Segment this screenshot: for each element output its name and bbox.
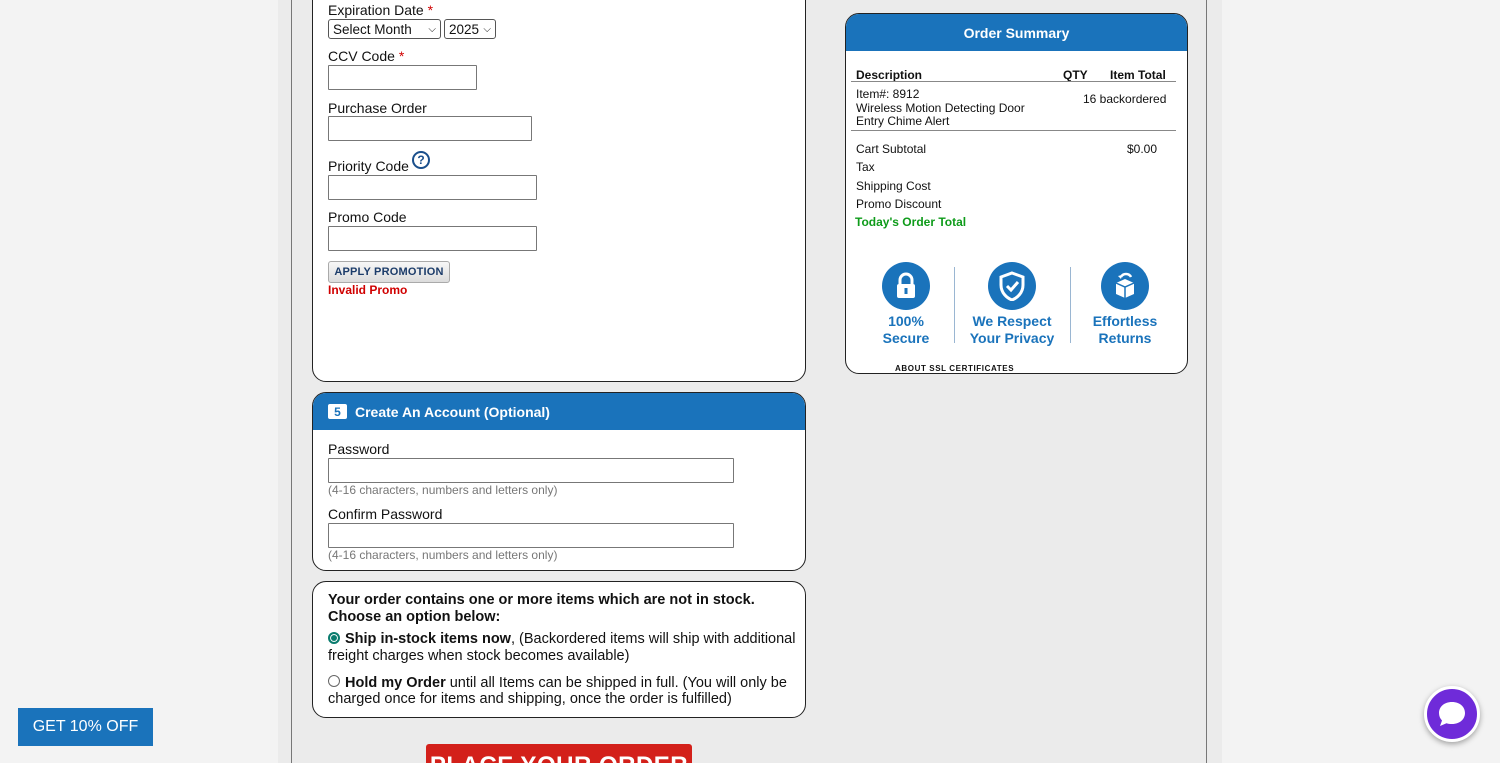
create-account-card: 5 Create An Account (Optional) Password … (312, 392, 806, 571)
password-input[interactable] (328, 458, 734, 483)
expiration-year-select[interactable]: 2025 ⌵ (444, 19, 496, 39)
description-column-header: Description (856, 68, 923, 82)
invalid-promo-message: Invalid Promo (328, 283, 408, 297)
discount-popup-button[interactable]: GET 10% OFF (18, 708, 153, 746)
item-total-column-header: Item Total (1110, 68, 1166, 82)
order-summary-card: Order Summary Description QTY Item Total… (845, 13, 1188, 374)
item-divider (851, 130, 1176, 131)
chevron-down-icon: ⌵ (483, 23, 491, 35)
confirm-password-input[interactable] (328, 523, 734, 548)
returns-badge: Effortless Returns (1082, 262, 1168, 347)
item-number: Item#: 8912 (856, 87, 920, 101)
payment-card: Expiration Date * Select Month ⌵ 2025 ⌵ CC… (312, 0, 806, 382)
chat-button[interactable] (1424, 686, 1480, 742)
order-summary-title: Order Summary (846, 14, 1187, 51)
backorder-notice: Your order contains one or more items wh… (328, 592, 755, 625)
order-total-label: Today's Order Total (855, 215, 967, 229)
place-order-button[interactable]: PLACE YOUR ORDER (426, 744, 692, 763)
cart-subtotal-value: $0.00 (1127, 142, 1158, 156)
item-name-line1: Wireless Motion Detecting Door (856, 101, 1025, 115)
ccv-input[interactable] (328, 65, 477, 90)
badge-separator (954, 267, 955, 343)
hold-order-option-detail: charged once for items and shipping, onc… (328, 691, 732, 707)
confirm-password-hint: (4-16 characters, numbers and letters on… (328, 548, 558, 562)
hold-order-radio[interactable] (328, 675, 340, 687)
ship-now-option-detail: freight charges when stock becomes avail… (328, 648, 630, 664)
purchase-order-input[interactable] (328, 116, 532, 141)
expiration-label: Expiration Date * (328, 2, 434, 18)
purchase-order-label: Purchase Order (328, 100, 427, 116)
cart-subtotal-label: Cart Subtotal (856, 142, 927, 156)
box-return-icon (1101, 262, 1149, 310)
confirm-password-label: Confirm Password (328, 506, 443, 522)
header-divider (851, 81, 1176, 82)
qty-column-header: QTY (1063, 68, 1088, 82)
hold-order-option[interactable]: Hold my Order until all Items can be shi… (345, 675, 787, 692)
priority-code-input[interactable] (328, 175, 537, 200)
password-hint: (4-16 characters, numbers and letters on… (328, 483, 558, 497)
badge-separator (1070, 267, 1071, 343)
ssl-certificates-link[interactable]: ABOUT SSL CERTIFICATES (895, 364, 1014, 373)
shield-check-icon (988, 262, 1036, 310)
expiration-month-select[interactable]: Select Month ⌵ (328, 19, 441, 39)
item-status: 16 backordered (1083, 92, 1167, 106)
ship-now-option[interactable]: Ship in-stock items now, (Backordered it… (345, 631, 795, 648)
create-account-header: 5 Create An Account (Optional) (313, 393, 805, 430)
promo-code-label: Promo Code (328, 209, 407, 225)
priority-code-label: Priority Code (328, 158, 409, 174)
step-badge: 5 (328, 404, 347, 419)
shipping-cost-label: Shipping Cost (856, 179, 931, 193)
backorder-options-card: Your order contains one or more items wh… (312, 581, 806, 718)
promo-discount-label: Promo Discount (856, 197, 942, 211)
password-label: Password (328, 441, 390, 457)
help-icon[interactable]: ? (412, 151, 430, 169)
ccv-label: CCV Code * (328, 48, 405, 64)
privacy-badge: We Respect Your Privacy (966, 262, 1058, 347)
create-account-title: Create An Account (Optional) (355, 403, 550, 420)
apply-promotion-button[interactable]: APPLY PROMOTION (328, 261, 450, 283)
ship-now-radio[interactable] (328, 632, 340, 644)
promo-code-input[interactable] (328, 226, 537, 251)
item-name-line2: Entry Chime Alert (856, 114, 950, 128)
secure-badge: 100% Secure (866, 262, 946, 347)
lock-icon (882, 262, 930, 310)
chat-bubble-icon (1439, 702, 1465, 726)
tax-label: Tax (856, 160, 875, 174)
chevron-down-icon: ⌵ (428, 23, 436, 35)
